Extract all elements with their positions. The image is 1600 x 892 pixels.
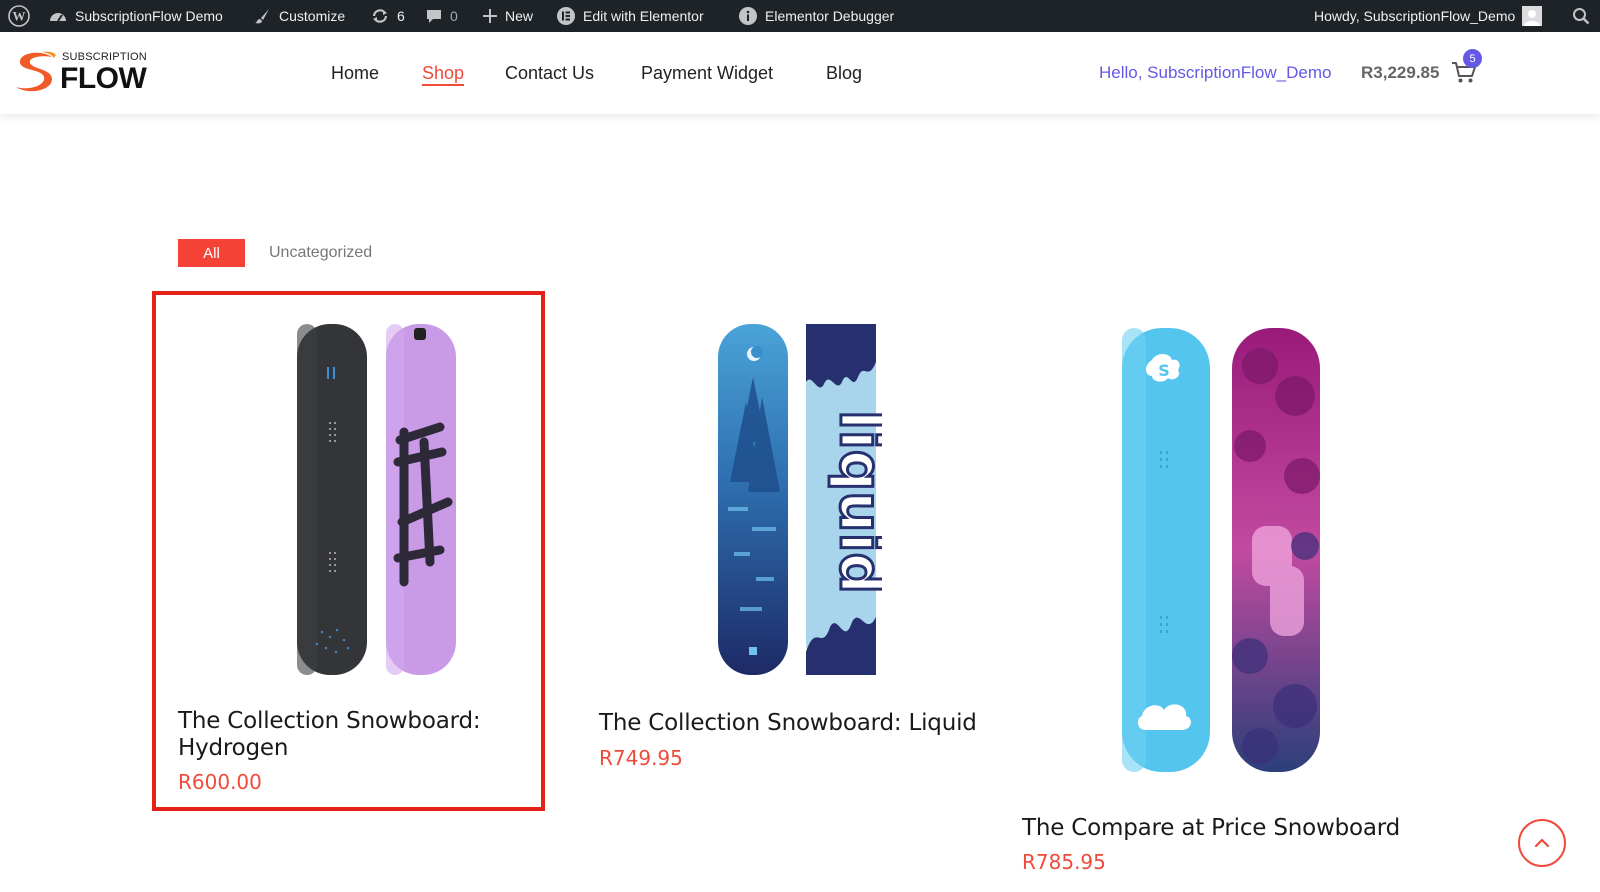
nav-shop[interactable]: Shop bbox=[422, 32, 465, 114]
product-title[interactable]: The Collection Snowboard: Hydrogen bbox=[178, 708, 481, 762]
svg-text:S: S bbox=[1158, 361, 1170, 380]
nav-payment-widget[interactable]: Payment Widget bbox=[641, 32, 773, 114]
wordpress-logo-icon[interactable]: W bbox=[8, 0, 30, 32]
elementor-debugger-link[interactable]: Elementor Debugger bbox=[738, 0, 894, 32]
refresh-icon bbox=[372, 9, 388, 23]
updates-link[interactable]: 6 bbox=[370, 0, 405, 32]
plus-icon bbox=[483, 9, 497, 23]
howdy-label: Howdy, SubscriptionFlow_Demo bbox=[1314, 8, 1516, 24]
product-image-liquid[interactable]: liquid bbox=[716, 322, 882, 677]
new-content-link[interactable]: New bbox=[482, 0, 533, 32]
new-label: New bbox=[505, 8, 534, 24]
svg-text:liquid: liquid bbox=[827, 410, 882, 594]
product-price: R600.00 bbox=[178, 770, 262, 794]
cart-total[interactable]: R3,229.85 bbox=[1361, 32, 1439, 114]
chevron-up-icon bbox=[1534, 838, 1550, 848]
nav-contact-us[interactable]: Contact Us bbox=[505, 32, 594, 114]
info-icon bbox=[739, 7, 757, 25]
nav-home[interactable]: Home bbox=[331, 32, 379, 114]
customize-link[interactable]: Customize bbox=[254, 0, 345, 32]
product-price: R749.95 bbox=[599, 746, 683, 770]
logo-title: FLOW bbox=[60, 62, 147, 95]
edit-with-elementor-link[interactable]: Edit with Elementor bbox=[556, 0, 704, 32]
account-menu[interactable]: Howdy, SubscriptionFlow_Demo bbox=[1314, 0, 1543, 32]
comment-icon bbox=[427, 10, 441, 23]
dashboard-icon bbox=[50, 13, 66, 22]
search-icon[interactable] bbox=[1572, 0, 1590, 32]
product-image-hydrogen[interactable] bbox=[292, 322, 468, 677]
account-greeting-link[interactable]: Hello, SubscriptionFlow_Demo bbox=[1099, 32, 1331, 114]
site-name-label: SubscriptionFlow Demo bbox=[75, 8, 223, 24]
site-header: SUBSCRIPTION FLOW Home Shop Contact Us P… bbox=[0, 32, 1600, 114]
filter-uncategorized-button[interactable]: Uncategorized bbox=[269, 239, 372, 267]
avatar bbox=[1522, 6, 1543, 26]
nav-blog[interactable]: Blog bbox=[826, 32, 862, 114]
logo-swoosh-icon bbox=[16, 51, 56, 92]
comments-link[interactable]: 0 bbox=[425, 0, 458, 32]
product-price: R785.95 bbox=[1022, 850, 1106, 874]
site-name-menu[interactable]: SubscriptionFlow Demo bbox=[48, 0, 223, 32]
updates-count: 6 bbox=[397, 8, 405, 24]
svg-text:W: W bbox=[13, 9, 26, 24]
scroll-to-top-button[interactable] bbox=[1518, 819, 1566, 867]
brush-icon bbox=[255, 9, 269, 24]
product-title-line: The Collection Snowboard: bbox=[178, 708, 481, 734]
product-title[interactable]: The Collection Snowboard: Liquid bbox=[599, 710, 977, 737]
cart-count-badge: 5 bbox=[1463, 49, 1482, 68]
site-logo[interactable]: SUBSCRIPTION FLOW bbox=[12, 49, 152, 97]
admin-bar: W SubscriptionFlow Demo Customize 6 0 Ne… bbox=[0, 0, 1600, 32]
product-image-compare-at-price[interactable]: S bbox=[1120, 326, 1322, 774]
customize-label: Customize bbox=[279, 8, 346, 24]
edit-elementor-label: Edit with Elementor bbox=[583, 8, 704, 24]
elementor-icon bbox=[557, 7, 575, 25]
comments-count: 0 bbox=[450, 8, 458, 24]
product-title[interactable]: The Compare at Price Snowboard bbox=[1022, 815, 1400, 842]
filter-all-button[interactable]: All bbox=[178, 239, 245, 267]
product-title-line: Hydrogen bbox=[178, 735, 289, 761]
debugger-label: Elementor Debugger bbox=[765, 8, 895, 24]
